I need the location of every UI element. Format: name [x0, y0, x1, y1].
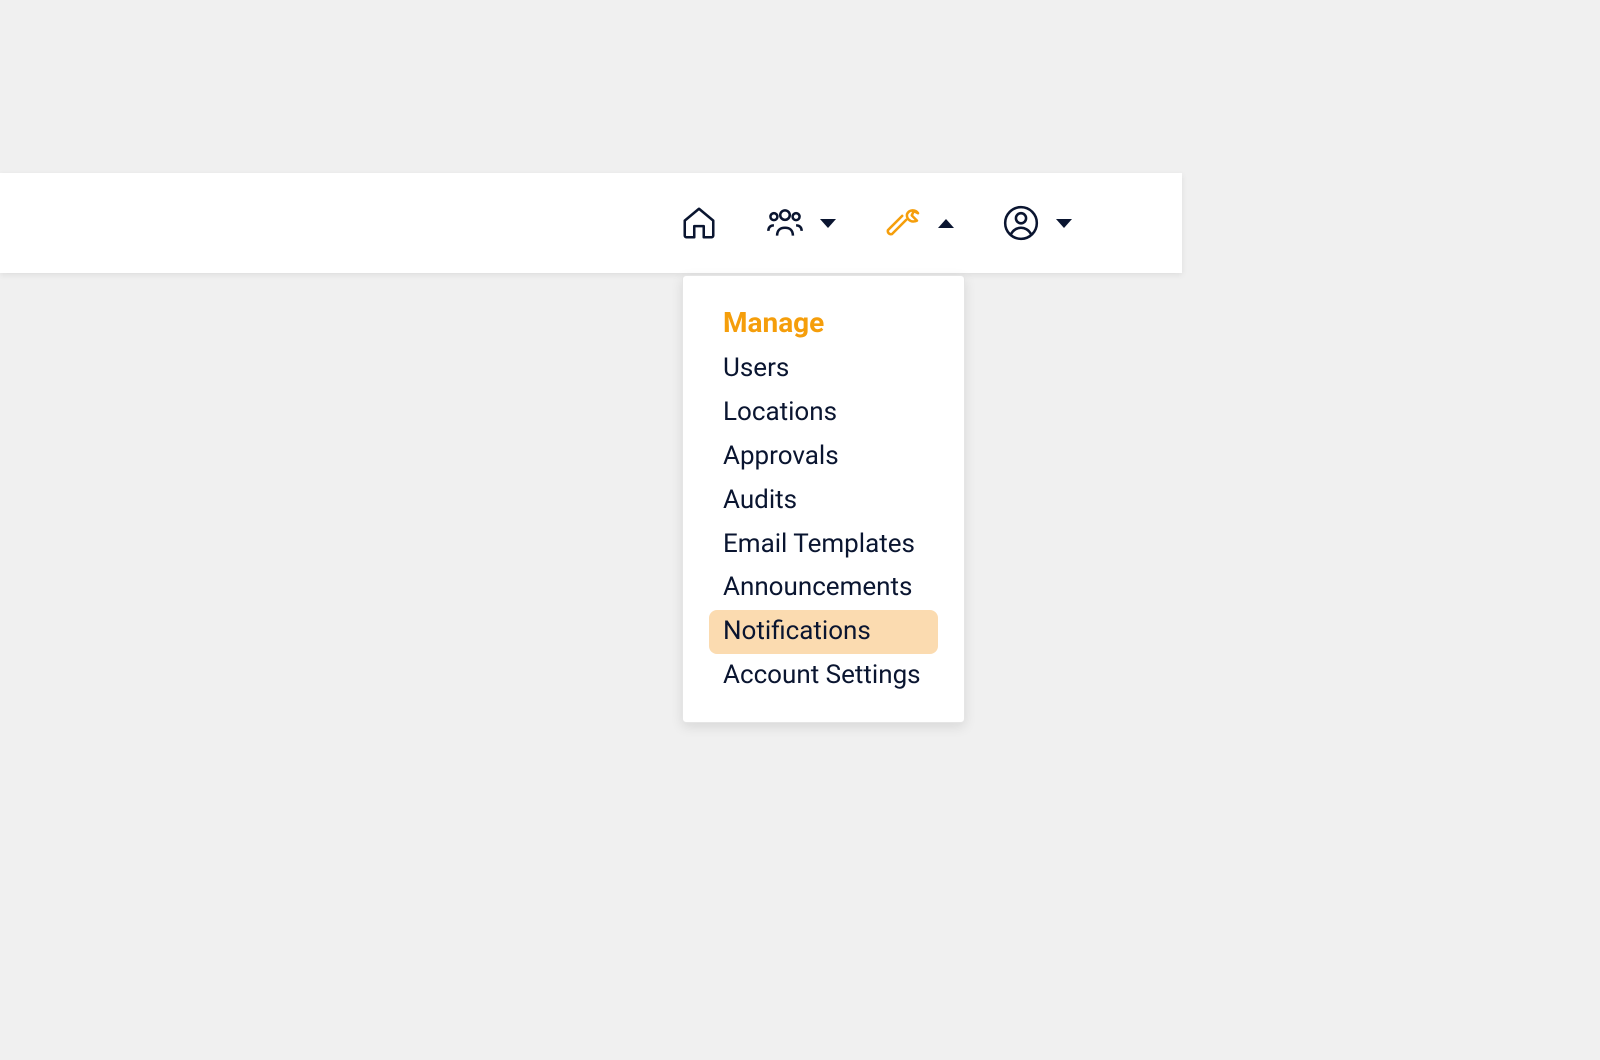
- dropdown-item-approvals[interactable]: Approvals: [709, 435, 938, 479]
- dropdown-item-email-templates[interactable]: Email Templates: [709, 523, 938, 567]
- navbar: [0, 173, 1182, 273]
- nav-account[interactable]: [1002, 204, 1072, 242]
- nav-home[interactable]: [680, 204, 718, 242]
- caret-up-icon: [938, 219, 954, 228]
- caret-down-icon: [820, 219, 836, 228]
- dropdown-item-users[interactable]: Users: [709, 347, 938, 391]
- manage-dropdown: Manage Users Locations Approvals Audits …: [682, 275, 965, 723]
- dropdown-item-locations[interactable]: Locations: [709, 391, 938, 435]
- home-icon: [680, 204, 718, 242]
- dropdown-item-audits[interactable]: Audits: [709, 479, 938, 523]
- dropdown-header: Manage: [683, 300, 964, 347]
- dropdown-item-notifications[interactable]: Notifications: [709, 610, 938, 654]
- nav-people[interactable]: [766, 204, 836, 242]
- dropdown-item-account-settings[interactable]: Account Settings: [709, 654, 938, 698]
- people-icon: [766, 204, 804, 242]
- user-icon: [1002, 204, 1040, 242]
- page-container: Manage Users Locations Approvals Audits …: [0, 0, 1600, 1060]
- nav-manage[interactable]: [884, 204, 954, 242]
- caret-down-icon: [1056, 219, 1072, 228]
- wrench-icon: [884, 204, 922, 242]
- dropdown-item-announcements[interactable]: Announcements: [709, 566, 938, 610]
